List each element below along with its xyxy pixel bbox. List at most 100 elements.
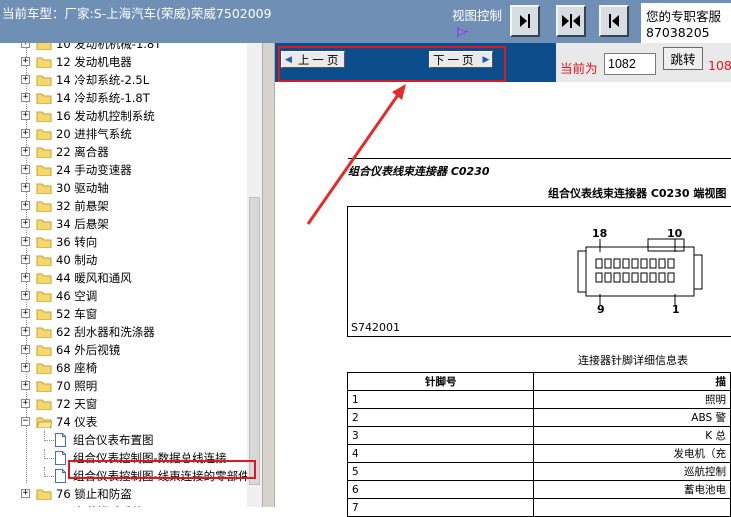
folder-icon xyxy=(36,255,52,266)
tree-folder-item[interactable]: +30 驱动轴 xyxy=(0,179,262,197)
expand-icon[interactable]: + xyxy=(21,381,30,390)
support-phone: 87038205 xyxy=(646,25,710,40)
expand-icon[interactable]: + xyxy=(21,129,30,138)
expand-icon[interactable]: + xyxy=(21,57,30,66)
goto-button[interactable]: 跳转 xyxy=(663,47,703,70)
pin-cavity xyxy=(631,258,639,269)
pin-cavity xyxy=(667,258,675,269)
document-icon xyxy=(55,451,66,465)
split-view-button[interactable] xyxy=(556,5,586,37)
expand-icon[interactable]: + xyxy=(21,255,30,264)
tree-folder-item[interactable]: +16 发动机控制系统 xyxy=(0,107,262,125)
expand-icon[interactable]: + xyxy=(21,309,30,318)
tree-scrollbar-thumb[interactable] xyxy=(249,197,260,485)
folder-icon xyxy=(36,57,52,68)
pin-label-1: 1 xyxy=(672,303,680,316)
view-control-label: 视图控制 xyxy=(452,8,503,23)
tree-folder-item[interactable]: +68 座椅 xyxy=(0,359,262,377)
tree-item-label: 36 转向 xyxy=(56,235,98,249)
folder-icon xyxy=(36,183,52,194)
pin-cavity xyxy=(595,272,603,283)
tree-item-label: 40 制动 xyxy=(56,253,98,267)
tree-folder-item[interactable]: +64 外后视镜 xyxy=(0,341,262,359)
pin-number-cell: 1 xyxy=(346,390,535,409)
expand-icon[interactable]: + xyxy=(21,273,30,282)
tree-folder-item[interactable]: +14 冷却系统-2.5L xyxy=(0,71,262,89)
panel-splitter[interactable] xyxy=(262,43,275,507)
collapse-icon[interactable]: − xyxy=(21,417,30,426)
tree-folder-item[interactable]: +14 冷却系统-1.8T xyxy=(0,89,262,107)
header-bar: 当前车型：厂家:S-上海汽车(荣威)荣威7502009 视图控制 |▷·· 您的… xyxy=(0,0,731,43)
expand-icon[interactable]: + xyxy=(21,237,30,246)
tree-item-label: 12 发动机电器 xyxy=(56,55,132,69)
tree-folder-item[interactable]: +52 车窗 xyxy=(0,305,262,323)
pin-cavity xyxy=(649,272,657,283)
connector-view-title: 组合仪表线束连接器 C0230 端视图 xyxy=(548,187,727,200)
tree-item-label: 22 离合器 xyxy=(56,145,109,159)
tree-connector xyxy=(44,458,54,459)
expand-icon[interactable]: + xyxy=(21,43,30,48)
table-row: 7 xyxy=(346,498,731,517)
tree-item-label: 64 外后视镜 xyxy=(56,343,121,357)
tree-folder-item[interactable]: +36 转向 xyxy=(0,233,262,251)
pin-number-cell: 2 xyxy=(346,408,535,427)
expand-icon[interactable]: + xyxy=(21,147,30,156)
folder-icon xyxy=(36,345,52,356)
expand-icon[interactable]: + xyxy=(21,165,30,174)
table-row: 6 蓄电池电 xyxy=(346,480,731,499)
tree-item-label: 32 前悬架 xyxy=(56,199,109,213)
folder-icon xyxy=(36,399,52,410)
expand-icon[interactable]: + xyxy=(21,201,30,210)
folder-icon xyxy=(36,309,52,320)
tree-item-label: 组合仪表布置图 xyxy=(73,433,154,447)
expand-icon[interactable]: + xyxy=(21,291,30,300)
table-header-row: 针脚号 描 xyxy=(346,372,731,391)
tree-folder-item[interactable]: +72 天窗 xyxy=(0,395,262,413)
expand-icon[interactable]: + xyxy=(21,363,30,372)
document-icon xyxy=(55,469,66,483)
pin-description-cell: 蓄电池电 xyxy=(533,480,731,499)
tree-folder-item[interactable]: +62 刮水器和洗涤器 xyxy=(0,323,262,341)
expand-icon[interactable]: + xyxy=(21,75,30,84)
folder-icon xyxy=(36,129,52,140)
tree-folder-item[interactable]: +76 锁止和防盗 xyxy=(0,485,262,503)
tree-doc-item[interactable]: 组合仪表布置图 xyxy=(0,431,262,449)
expand-icon[interactable]: + xyxy=(21,219,30,228)
folder-icon xyxy=(36,201,52,212)
connector-id: S742001 xyxy=(351,321,400,334)
tree-folder-item[interactable]: +44 暖风和通风 xyxy=(0,269,262,287)
expand-icon[interactable]: + xyxy=(21,327,30,336)
tree-item-label: 68 座椅 xyxy=(56,361,98,375)
tree-folder-item[interactable]: +22 离合器 xyxy=(0,143,262,161)
tree-folder-item[interactable]: +12 发动机电器 xyxy=(0,53,262,71)
pin-number-cell: 5 xyxy=(346,462,535,481)
tree-folder-item[interactable]: +46 空调 xyxy=(0,287,262,305)
tree-folder-item[interactable]: +32 前悬架 xyxy=(0,197,262,215)
expand-icon[interactable]: + xyxy=(21,345,30,354)
pin-description-cell: 巡航控制 xyxy=(533,462,731,481)
tree-folder-item[interactable]: +10 发动机机械-1.8T xyxy=(0,43,262,53)
tree-folder-item[interactable]: +70 照明 xyxy=(0,377,262,395)
tree-folder-item[interactable]: +34 后悬架 xyxy=(0,215,262,233)
expand-icon[interactable]: + xyxy=(21,183,30,192)
collapse-right-button[interactable] xyxy=(599,5,629,37)
tree-folder-item[interactable]: +24 手动变速器 xyxy=(0,161,262,179)
tree-folder-item[interactable]: +40 制动 xyxy=(0,251,262,269)
tree-folder-item[interactable]: +20 进排气系统 xyxy=(0,125,262,143)
pin-cavity xyxy=(640,272,648,283)
pin-cavity xyxy=(604,258,612,269)
expand-icon[interactable]: + xyxy=(21,399,30,408)
expand-icon[interactable]: + xyxy=(21,93,30,102)
tree-item-label: 76 锁止和防盗 xyxy=(56,487,132,501)
pin-description-cell: ABS 警 xyxy=(533,408,731,427)
pin-cavity xyxy=(595,258,603,269)
tree-item-label: 30 驱动轴 xyxy=(56,181,109,195)
expand-icon[interactable]: + xyxy=(21,111,30,120)
tree-folder-item[interactable]: +78 车载娱乐系统 xyxy=(0,503,262,507)
page-number-input[interactable] xyxy=(604,53,656,75)
pin-cavity xyxy=(604,272,612,283)
collapse-left-button[interactable] xyxy=(510,5,540,37)
expand-icon[interactable]: + xyxy=(21,489,30,498)
tree-folder-item[interactable]: − 74 仪表 xyxy=(0,413,262,431)
folder-icon xyxy=(36,219,52,230)
